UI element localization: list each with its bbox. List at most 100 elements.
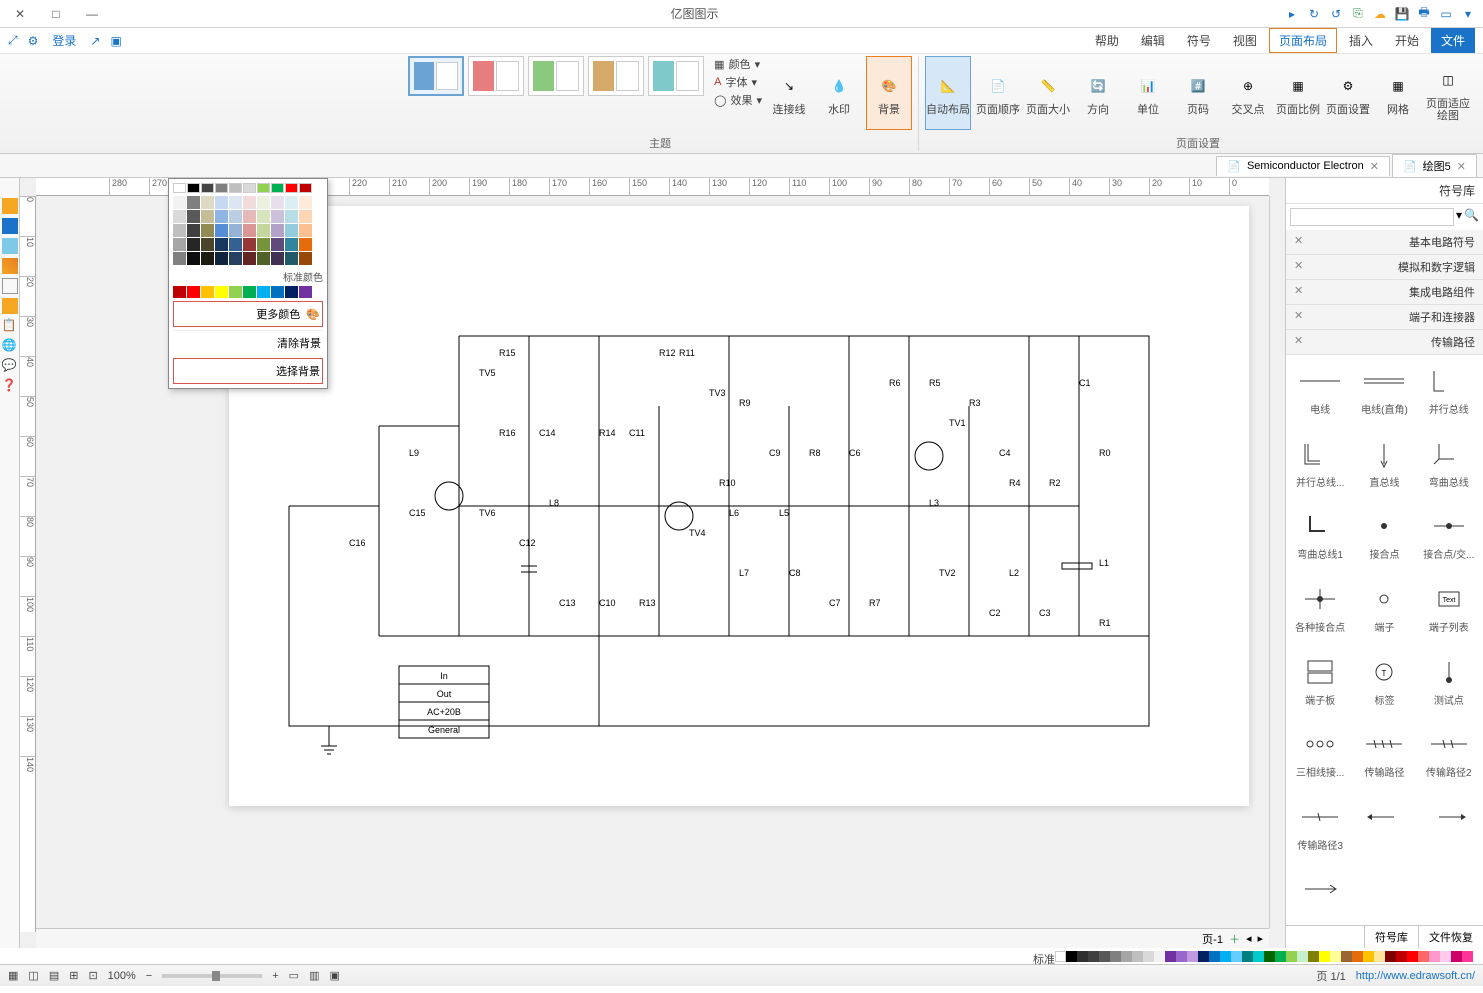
tool-icon[interactable]: ❓ bbox=[2, 378, 18, 394]
orientation-button[interactable]: 🔄方向 bbox=[1075, 56, 1121, 130]
library-category[interactable]: 端子和连接器✕ bbox=[1286, 305, 1483, 330]
tool-icon[interactable] bbox=[2, 298, 18, 314]
vertical-scrollbar[interactable] bbox=[1269, 196, 1285, 928]
library-category[interactable]: 传输路径✕ bbox=[1286, 330, 1483, 355]
search-icon[interactable]: 🔍 bbox=[1464, 208, 1479, 226]
page-margin-button[interactable]: ▦页面比例 bbox=[1275, 56, 1321, 130]
lib-item[interactable]: 接合点/交... bbox=[1419, 504, 1479, 573]
lib-item[interactable]: 传输路径2 bbox=[1419, 722, 1479, 791]
theme-preset[interactable] bbox=[588, 56, 644, 96]
lib-item[interactable]: 弯曲总线1 bbox=[1290, 504, 1350, 573]
lib-item[interactable]: 电线(直角) bbox=[1354, 359, 1414, 428]
menu-start[interactable]: 开始 bbox=[1385, 28, 1429, 53]
library-category[interactable]: 基本电路符号✕ bbox=[1286, 230, 1483, 255]
status-url[interactable]: http://www.edrawsoft.cn/ bbox=[1356, 970, 1475, 982]
connector-button[interactable]: ↘连接线 bbox=[766, 56, 812, 130]
menu-symbols[interactable]: 符号 bbox=[1177, 28, 1221, 53]
doc-tab[interactable]: 📄Semiconductor Electron✕ bbox=[1216, 156, 1390, 176]
more-colors-link[interactable]: 更多颜色🎨 bbox=[173, 301, 323, 327]
zoom-slider[interactable] bbox=[162, 974, 262, 978]
menu-edit[interactable]: 编辑 bbox=[1131, 28, 1175, 53]
page-tab-nav-icon[interactable]: ▸ bbox=[1257, 932, 1263, 945]
snap-align-button[interactable]: ◫页面适应绘图 bbox=[1425, 56, 1471, 130]
cross-point-button[interactable]: ⊕交叉点 bbox=[1225, 56, 1271, 130]
close-tab-icon[interactable]: ✕ bbox=[1457, 160, 1466, 173]
grid-button[interactable]: ▦网格 bbox=[1375, 56, 1421, 130]
lib-item[interactable] bbox=[1290, 867, 1350, 921]
lib-item[interactable]: 端子板 bbox=[1290, 650, 1350, 719]
theme-effects-opt[interactable]: ◯效果▾ bbox=[714, 92, 762, 108]
page-setup-button[interactable]: ⚙页面设置 bbox=[1325, 56, 1371, 130]
window-close-button[interactable]: ✕ bbox=[6, 4, 34, 24]
qat-icon[interactable]: ▸ bbox=[1283, 5, 1301, 23]
add-page-icon[interactable]: ＋ bbox=[1229, 931, 1240, 947]
tool-icon[interactable] bbox=[2, 218, 18, 234]
tool-icon[interactable] bbox=[2, 258, 18, 274]
lib-item[interactable]: 三相线接... bbox=[1290, 722, 1350, 791]
tool-icon[interactable]: 📋 bbox=[2, 318, 18, 334]
lib-item[interactable]: T标签 bbox=[1354, 650, 1414, 719]
lib-item[interactable]: 接合点 bbox=[1354, 504, 1414, 573]
page-order-button[interactable]: 📄页面顺序 bbox=[975, 56, 1021, 130]
window-minimize-button[interactable]: — bbox=[78, 4, 106, 24]
window-maximize-button[interactable]: □ bbox=[42, 4, 70, 24]
status-grid-icon[interactable]: ▦ bbox=[8, 969, 18, 982]
lib-item[interactable]: 传输路径3 bbox=[1290, 795, 1350, 864]
status-guides-icon[interactable]: ⊡ bbox=[88, 969, 97, 982]
page-tab[interactable]: 页-1 bbox=[1202, 931, 1223, 947]
lib-item[interactable] bbox=[1354, 795, 1414, 864]
drawing-page[interactable]: In Out AC+20B General L1R1R0 C3C2TV2 R7C… bbox=[229, 206, 1249, 806]
lib-item[interactable] bbox=[1419, 795, 1479, 864]
tool-icon[interactable]: 🌐 bbox=[2, 338, 18, 354]
clear-background-link[interactable]: 清除背景 bbox=[173, 330, 323, 355]
theme-preset[interactable] bbox=[528, 56, 584, 96]
image-icon[interactable]: ▣ bbox=[110, 34, 121, 48]
menu-file[interactable]: 文件 bbox=[1431, 28, 1475, 53]
theme-preset[interactable] bbox=[648, 56, 704, 96]
menu-view[interactable]: 视图 bbox=[1223, 28, 1267, 53]
close-tab-icon[interactable]: ✕ bbox=[1370, 160, 1379, 173]
auto-layout-button[interactable]: 📐自动布局 bbox=[925, 56, 971, 130]
tool-icon[interactable] bbox=[2, 278, 18, 294]
theme-preset[interactable] bbox=[408, 56, 464, 96]
menu-pagelayout[interactable]: 页面布局 bbox=[1269, 28, 1337, 53]
theme-fonts-opt[interactable]: A字体▾ bbox=[714, 74, 762, 90]
page-tab-nav-icon[interactable]: ◂ bbox=[1246, 932, 1252, 945]
lib-item[interactable]: 弯曲总线 bbox=[1419, 432, 1479, 501]
lib-item[interactable]: Text端子列表 bbox=[1419, 577, 1479, 646]
lib-tab[interactable]: 符号库 bbox=[1364, 926, 1418, 948]
lib-item[interactable]: 电线 bbox=[1290, 359, 1350, 428]
lib-item[interactable]: 并行总线 bbox=[1419, 359, 1479, 428]
login-link[interactable]: 登录 bbox=[48, 30, 80, 51]
lib-item[interactable]: 直总线 bbox=[1354, 432, 1414, 501]
share-icon[interactable]: ↗ bbox=[90, 34, 100, 48]
status-snap-icon[interactable]: ◫ bbox=[28, 969, 38, 982]
menu-help[interactable]: 帮助 bbox=[1085, 28, 1129, 53]
lib-item[interactable]: 测试点 bbox=[1419, 650, 1479, 719]
page-number-button[interactable]: #️⃣页码 bbox=[1175, 56, 1221, 130]
print-icon[interactable]: 🖶 bbox=[1415, 5, 1433, 23]
view-mode-icon[interactable]: ▣ bbox=[329, 969, 339, 982]
lib-item[interactable]: 各种接合点 bbox=[1290, 577, 1350, 646]
lib-tab[interactable]: 文件恢复 bbox=[1418, 926, 1483, 948]
redo-icon[interactable]: ↻ bbox=[1305, 5, 1323, 23]
background-button[interactable]: 🎨背景 bbox=[866, 56, 912, 130]
qat-icon[interactable]: ⎘ bbox=[1349, 5, 1367, 23]
undo-icon[interactable]: ↺ bbox=[1327, 5, 1345, 23]
expand-icon[interactable]: ⤢ bbox=[8, 33, 18, 48]
menu-insert[interactable]: 插入 bbox=[1339, 28, 1383, 53]
preview-icon[interactable]: ▭ bbox=[1437, 5, 1455, 23]
zoom-in-icon[interactable]: + bbox=[272, 970, 278, 982]
lib-item[interactable]: 端子 bbox=[1354, 577, 1414, 646]
lib-item[interactable]: 传输路径 bbox=[1354, 722, 1414, 791]
save-icon[interactable]: 💾 bbox=[1393, 5, 1411, 23]
zoom-out-icon[interactable]: − bbox=[146, 970, 152, 982]
settings-gear-icon[interactable]: ⚙ bbox=[28, 34, 39, 48]
watermark-button[interactable]: 💧水印 bbox=[816, 56, 862, 130]
view-mode-icon[interactable]: ▥ bbox=[309, 969, 319, 982]
theme-preset[interactable] bbox=[468, 56, 524, 96]
theme-colors-opt[interactable]: ▦颜色▾ bbox=[714, 56, 762, 72]
cloud-icon[interactable]: ☁ bbox=[1371, 5, 1389, 23]
status-units-icon[interactable]: ⊞ bbox=[69, 969, 78, 982]
search-dropdown-icon[interactable]: ▾ bbox=[1456, 208, 1462, 226]
